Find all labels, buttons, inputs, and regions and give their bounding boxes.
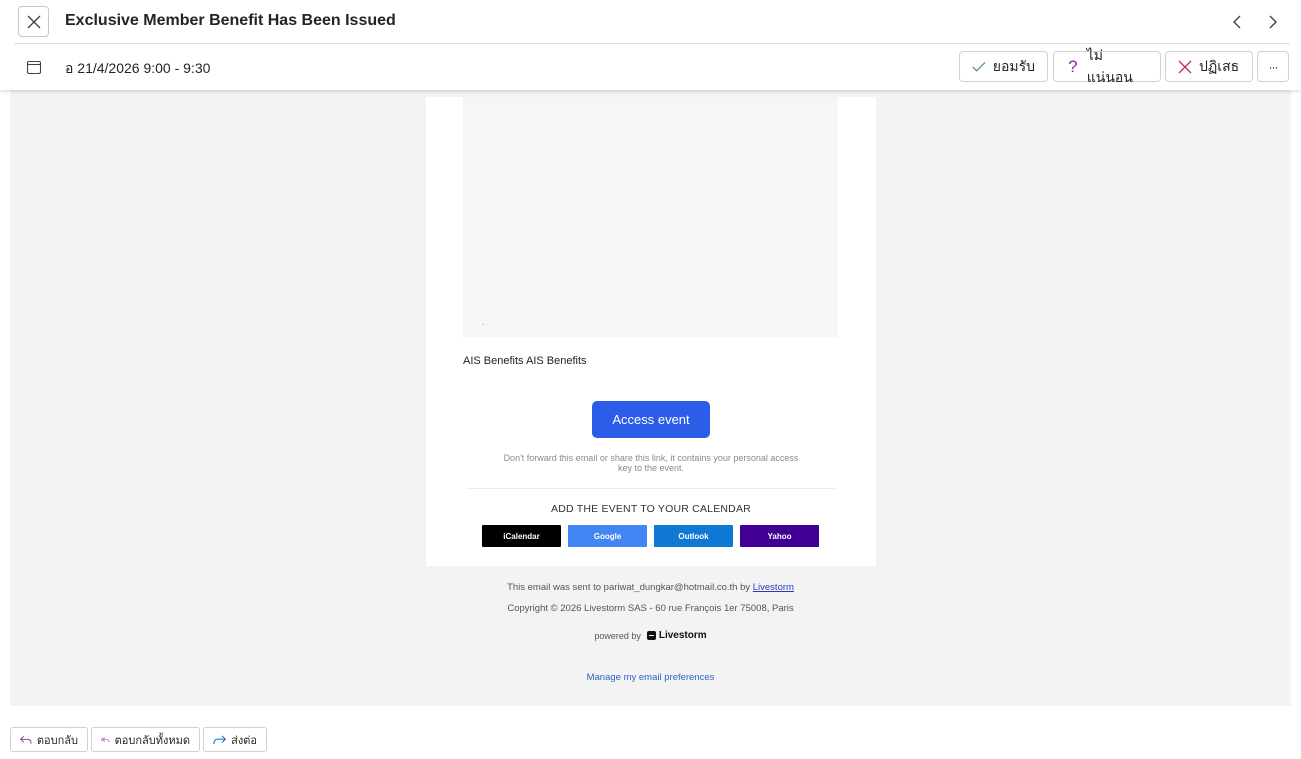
close-button[interactable]: [18, 6, 49, 37]
calendar-icon: [26, 60, 42, 75]
manage-preferences-link[interactable]: Manage my email preferences: [10, 672, 1291, 683]
chevron-left-icon: [1233, 15, 1241, 29]
email-body-area: . AIS Benefits AIS Benefits Access event…: [10, 90, 1291, 706]
copyright-line: Copyright © 2026 Livestorm SAS - 60 rue …: [507, 603, 794, 614]
next-message-button[interactable]: [1263, 12, 1283, 32]
tentative-button[interactable]: ? ไม่แน่นอน: [1053, 47, 1161, 85]
forward-arrow-icon: [213, 735, 227, 744]
livestorm-logo: Livestorm: [646, 630, 707, 641]
powered-by-text: powered by: [594, 630, 641, 641]
tentative-label: ไม่แน่นอน: [1086, 46, 1133, 85]
access-event-button[interactable]: Access event: [592, 401, 710, 438]
livestorm-logo-icon: [646, 631, 656, 640]
outlook-calendar-button[interactable]: Outlook: [654, 525, 733, 547]
checkmark-icon: [972, 61, 986, 72]
email-card: . AIS Benefits AIS Benefits Access event…: [426, 97, 876, 566]
google-calendar-button[interactable]: Google: [568, 525, 647, 547]
question-mark-icon: ?: [1068, 56, 1078, 76]
close-icon: [27, 15, 40, 28]
hero-image-placeholder: .: [463, 97, 838, 337]
message-title: Exclusive Member Benefit Has Been Issued: [65, 12, 396, 29]
card-divider: [467, 488, 835, 489]
powered-by-line: powered by Livestorm: [10, 630, 1291, 641]
add-to-calendar-heading: ADD THE EVENT TO YOUR CALENDAR: [551, 503, 751, 515]
accept-label: ยอมรับ: [992, 57, 1035, 74]
message-header: Exclusive Member Benefit Has Been Issued: [0, 0, 1301, 44]
sent-to-text: This email was sent to pariwat_dungkar@h…: [507, 582, 753, 593]
reply-all-button[interactable]: ตอบกลับทั้งหมด: [91, 727, 200, 752]
reply-all-label: ตอบกลับทั้งหมด: [114, 734, 190, 747]
livestorm-brand: Livestorm: [658, 630, 707, 641]
meeting-info-bar: อ 21/4/2026 9:00 - 9:30 ยอมรับ ? ไม่แน่น…: [0, 44, 1301, 90]
reply-button[interactable]: ตอบกลับ: [10, 727, 88, 752]
sent-to-line: This email was sent to pariwat_dungkar@h…: [10, 582, 1291, 593]
yahoo-calendar-button[interactable]: Yahoo: [740, 525, 819, 547]
decline-button[interactable]: ปฏิเสธ: [1165, 51, 1253, 82]
icalendar-button[interactable]: iCalendar: [482, 525, 561, 547]
forward-warning-text: Don't forward this email or share this l…: [503, 453, 799, 473]
chevron-right-icon: [1269, 15, 1277, 29]
more-options-button[interactable]: ···: [1257, 51, 1289, 82]
decline-x-icon: [1178, 60, 1192, 73]
meeting-datetime: อ 21/4/2026 9:00 - 9:30: [65, 60, 211, 76]
reply-all-arrow-icon: [101, 736, 110, 742]
livestorm-link[interactable]: Livestorm: [753, 582, 794, 593]
reply-label: ตอบกลับ: [36, 734, 78, 747]
more-dots-icon: ···: [1268, 59, 1279, 74]
accept-button[interactable]: ยอมรับ: [959, 51, 1048, 82]
hero-dot: .: [482, 317, 485, 328]
decline-label: ปฏิเสธ: [1199, 57, 1240, 74]
benefit-text: AIS Benefits AIS Benefits: [463, 355, 587, 367]
forward-button[interactable]: ส่งต่อ: [203, 727, 267, 752]
previous-message-button[interactable]: [1227, 12, 1247, 32]
forward-label: ส่งต่อ: [231, 734, 257, 747]
reply-arrow-icon: [20, 735, 32, 744]
